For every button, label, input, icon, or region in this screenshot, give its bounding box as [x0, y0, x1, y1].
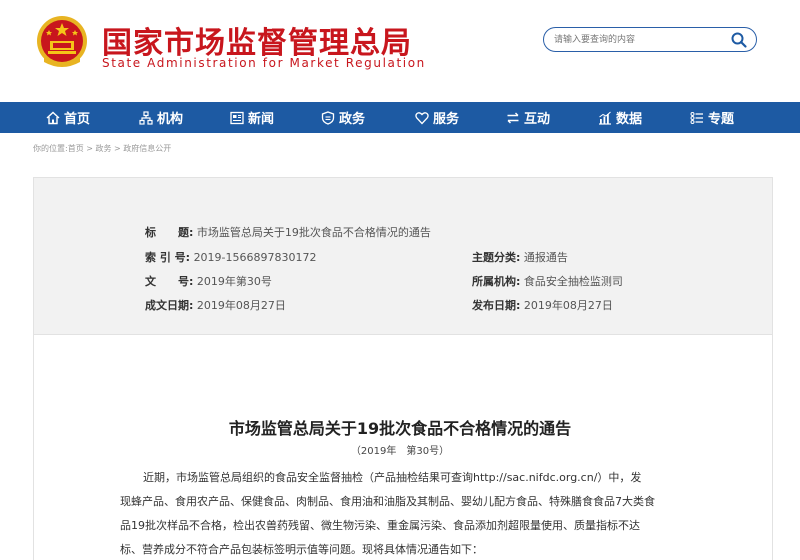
meta-created-value: 2019年08月27日 [196, 299, 286, 312]
meta-index-row: 索 引 号: 2019-1566897830172 [145, 249, 317, 265]
meta-title-value: 市场监管总局关于19批次食品不合格情况的通告 [196, 226, 431, 239]
meta-created-row: 成文日期: 2019年08月27日 [145, 297, 286, 313]
document-meta-box [33, 177, 773, 335]
meta-org-row: 所属机构: 食品安全抽检监测司 [472, 273, 623, 289]
meta-org-label: 所属机构: [472, 275, 521, 288]
nav-item-org[interactable]: 机构 [139, 102, 183, 133]
org-chart-icon [139, 110, 153, 125]
government-icon [321, 110, 335, 125]
breadcrumb-home-link[interactable]: 首页 [68, 144, 84, 153]
nav-label: 首页 [64, 112, 91, 127]
search-input[interactable] [554, 32, 724, 48]
meta-topic-label: 主题分类: [472, 251, 521, 264]
meta-published-row: 发布日期: 2019年08月27日 [472, 297, 613, 313]
meta-topic-row: 主题分类: 通报通告 [472, 249, 568, 265]
nav-label: 数据 [616, 112, 643, 127]
site-header: 国家市场监督管理总局 State Administration for Mark… [0, 0, 800, 102]
meta-created-label: 成文日期: [145, 299, 194, 312]
breadcrumb-separator: > [111, 144, 124, 153]
breadcrumb-separator: > [83, 144, 96, 153]
meta-org-value: 食品安全抽检监测司 [523, 275, 623, 288]
nav-item-news[interactable]: 新闻 [230, 102, 274, 133]
meta-published-value: 2019年08月27日 [523, 299, 613, 312]
meta-doc-value: 2019年第30号 [196, 275, 272, 288]
article-paragraph-line: 近期，市场监管总局组织的食品安全监督抽检（产品抽检结果可查询http://sac… [143, 471, 642, 484]
article-title: 市场监管总局关于19批次食品不合格情况的通告 [228, 419, 572, 438]
nav-label: 机构 [157, 112, 184, 127]
meta-doc-number-row: 文 号: 2019年第30号 [145, 273, 272, 289]
nav-item-home[interactable]: 首页 [46, 102, 90, 133]
list-icon [690, 111, 703, 124]
main-nav: 首页 机构 新闻 政务 服务 互动 数据 专题 [0, 102, 800, 133]
nav-item-interaction[interactable]: 互动 [506, 102, 550, 133]
nav-label: 新闻 [248, 112, 275, 127]
meta-index-value: 2019-1566897830172 [193, 251, 317, 264]
news-icon [230, 111, 244, 124]
meta-topic-value: 通报通告 [523, 251, 568, 264]
article-paragraph-line: 标、营养成分不符合产品包装标签明示值等问题。现将具体情况通告如下： [120, 543, 483, 556]
nav-item-topics[interactable]: 专题 [690, 102, 734, 133]
meta-title-row: 标 题: 市场监管总局关于19批次食品不合格情况的通告 [145, 224, 431, 240]
article-subtitle: （2019年 第30号） [350, 446, 450, 457]
nav-item-data[interactable]: 数据 [598, 102, 642, 133]
article-paragraph-line: 品19批次样品不合格，检出农兽药残留、微生物污染、重金属污染、食品添加剂超限量使… [120, 519, 640, 532]
meta-published-label: 发布日期: [472, 299, 521, 312]
search-icon[interactable] [730, 31, 748, 49]
chart-icon [599, 111, 611, 125]
meta-index-label: 索 引 号: [145, 251, 191, 264]
nav-label: 互动 [524, 112, 551, 127]
article-paragraph-line: 现蜂产品、食用农产品、保健食品、肉制品、食用油和油脂及其制品、婴幼儿配方食品、特… [120, 495, 655, 508]
nav-item-government[interactable]: 政务 [321, 102, 365, 133]
breadcrumb: 你的位置:首页 > 政务 > 政府信息公开 [33, 143, 171, 154]
site-title-en: State Administration for Market Regulati… [102, 56, 426, 70]
meta-title-label: 标 题: [145, 226, 194, 239]
nav-label: 政务 [339, 112, 366, 127]
nav-item-service[interactable]: 服务 [415, 102, 459, 133]
breadcrumb-current-link[interactable]: 政府信息公开 [123, 144, 171, 153]
nav-label: 专题 [708, 112, 735, 127]
breadcrumb-prefix: 你的位置: [33, 144, 68, 153]
search-box [543, 27, 757, 52]
national-emblem-icon[interactable] [36, 14, 88, 70]
heart-icon [415, 111, 429, 124]
meta-doc-label: 文 号: [145, 275, 194, 288]
exchange-icon [507, 112, 519, 123]
home-icon [46, 111, 60, 124]
breadcrumb-section-link[interactable]: 政务 [96, 144, 112, 153]
nav-label: 服务 [433, 112, 460, 127]
